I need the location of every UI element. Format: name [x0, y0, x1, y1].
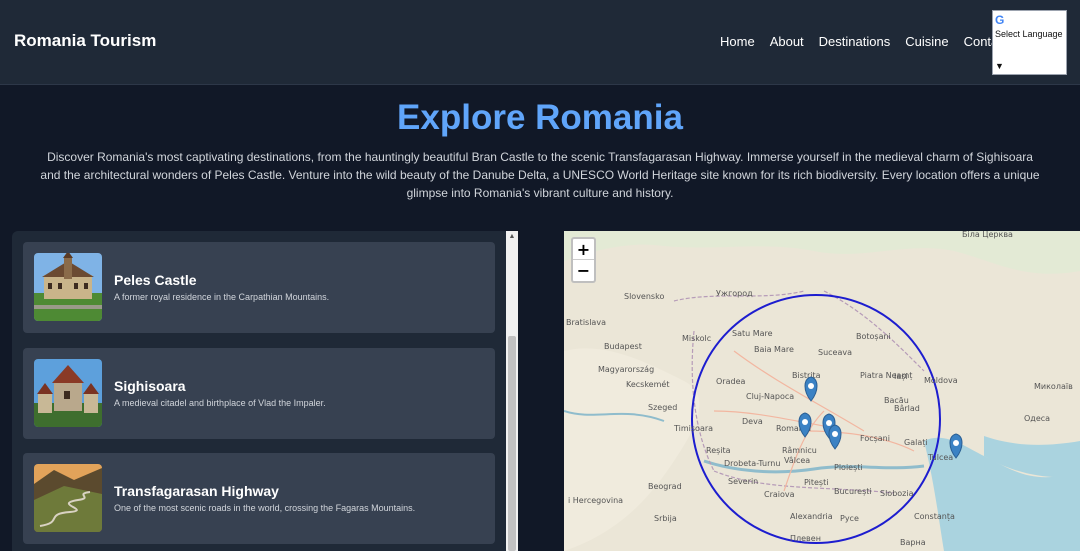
destination-list: Peles Castle A former royal residence in…: [12, 231, 518, 551]
zoom-in-button[interactable]: +: [573, 239, 594, 260]
svg-text:Craiova: Craiova: [764, 490, 795, 499]
destination-description: A medieval citadel and birthplace of Vla…: [114, 398, 326, 408]
svg-text:Budapest: Budapest: [604, 342, 642, 351]
svg-text:Focșani: Focșani: [860, 434, 890, 444]
svg-text:Galați: Galați: [904, 438, 928, 448]
svg-text:Botoșani: Botoșani: [856, 332, 891, 342]
svg-text:Srbija: Srbija: [654, 514, 677, 523]
svg-text:Severin: Severin: [728, 477, 758, 486]
destination-card[interactable]: Transfagarasan Highway One of the most s…: [23, 453, 495, 544]
destination-name: Peles Castle: [114, 272, 197, 288]
svg-text:Біла Церква: Біла Церква: [962, 231, 1013, 239]
nav-home[interactable]: Home: [720, 34, 755, 49]
svg-text:Kecskemét: Kecskemét: [626, 379, 669, 389]
svg-text:Alexandria: Alexandria: [790, 512, 833, 521]
svg-text:Piatra Neamț: Piatra Neamț: [860, 371, 912, 381]
nav-destinations[interactable]: Destinations: [819, 34, 891, 49]
language-select[interactable]: G Select Language ▼: [992, 10, 1067, 75]
nav-cuisine[interactable]: Cuisine: [905, 34, 948, 49]
svg-text:Constanța: Constanța: [914, 512, 955, 522]
map-tiles: Slovensko Bratislava Budapest Magyarorsz…: [564, 231, 1080, 551]
site-header: Romania Tourism Home About Destinations …: [0, 0, 1080, 85]
svg-text:Pitești: Pitești: [804, 478, 828, 488]
svg-text:Magyarország: Magyarország: [598, 365, 654, 374]
zoom-out-button[interactable]: −: [573, 260, 594, 281]
scroll-up-icon[interactable]: ▲: [506, 231, 518, 243]
sighisoara-thumbnail: [34, 359, 102, 427]
svg-text:Миколаїв: Миколаїв: [1034, 382, 1073, 391]
svg-text:Bratislava: Bratislava: [566, 318, 606, 327]
svg-text:Slovensko: Slovensko: [624, 292, 664, 301]
map-zoom-control: + −: [571, 237, 596, 283]
svg-text:Русе: Русе: [840, 514, 859, 523]
destination-card[interactable]: Sighisoara A medieval citadel and birthp…: [23, 348, 495, 439]
destination-name: Transfagarasan Highway: [114, 483, 279, 499]
language-select-label: Select Language: [995, 29, 1063, 39]
svg-text:Baia Mare: Baia Mare: [754, 345, 794, 354]
svg-text:Vâlcea: Vâlcea: [784, 456, 810, 465]
map-view[interactable]: Slovensko Bratislava Budapest Magyarorsz…: [564, 231, 1080, 551]
svg-text:Tulcea: Tulcea: [927, 453, 953, 462]
google-icon: G: [995, 13, 1005, 27]
svg-text:București: București: [834, 487, 872, 497]
main-nav: Home About Destinations Cuisine Contact: [720, 34, 1023, 49]
scrollbar-thumb[interactable]: [508, 336, 516, 551]
page-title: Explore Romania: [397, 98, 683, 137]
destination-card[interactable]: Peles Castle A former royal residence in…: [23, 242, 495, 333]
svg-text:Drobeta-Turnu: Drobeta-Turnu: [724, 459, 780, 468]
svg-text:Moldova: Moldova: [924, 376, 958, 385]
nav-about[interactable]: About: [770, 34, 804, 49]
site-brand[interactable]: Romania Tourism: [14, 31, 156, 51]
transfagarasan-thumbnail: [34, 464, 102, 532]
svg-text:Beograd: Beograd: [648, 482, 682, 491]
svg-text:Suceava: Suceava: [818, 348, 852, 357]
destination-description: A former royal residence in the Carpathi…: [114, 292, 330, 302]
svg-text:Cluj-Napoca: Cluj-Napoca: [746, 392, 794, 401]
intro-text: Discover Romania's most captivating dest…: [40, 150, 1040, 200]
svg-text:Reșita: Reșita: [706, 446, 731, 456]
svg-text:Szeged: Szeged: [648, 403, 677, 412]
svg-text:Одеса: Одеса: [1024, 414, 1050, 423]
svg-text:Oradea: Oradea: [716, 377, 745, 386]
svg-text:Râmnicu: Râmnicu: [782, 446, 817, 455]
svg-text:Miskolc: Miskolc: [682, 334, 711, 343]
svg-text:Deva: Deva: [742, 417, 763, 426]
svg-text:Slobozia: Slobozia: [880, 489, 914, 498]
svg-text:Ужгород: Ужгород: [716, 289, 753, 298]
destination-description: One of the most scenic roads in the worl…: [114, 503, 416, 513]
svg-text:Варна: Варна: [900, 538, 926, 547]
svg-text:Bârlad: Bârlad: [894, 404, 920, 413]
svg-text:Timișoara: Timișoara: [673, 424, 713, 434]
svg-text:i Hercegovina: i Hercegovina: [568, 496, 623, 505]
peles-castle-thumbnail: [34, 253, 102, 321]
svg-text:Ploiești: Ploiești: [834, 463, 863, 473]
dropdown-arrow-icon: ▼: [995, 61, 1004, 71]
svg-text:Плевен: Плевен: [790, 534, 821, 543]
list-scrollbar[interactable]: ▲: [506, 231, 518, 551]
destination-name: Sighisoara: [114, 378, 186, 394]
svg-text:Satu Mare: Satu Mare: [732, 329, 773, 338]
